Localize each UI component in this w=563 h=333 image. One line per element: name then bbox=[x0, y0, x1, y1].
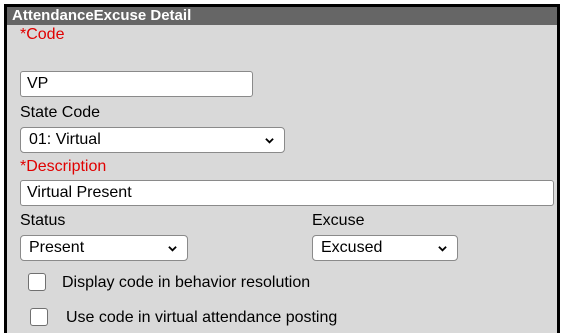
description-label: *Description bbox=[20, 158, 107, 175]
status-label: Status bbox=[20, 212, 66, 229]
description-input[interactable]: Virtual Present bbox=[20, 180, 554, 206]
code-input[interactable]: VP bbox=[20, 71, 253, 97]
state-code-label: State Code bbox=[20, 104, 101, 121]
virtual-attendance-checkbox[interactable] bbox=[30, 308, 48, 326]
chevron-down-icon bbox=[265, 138, 274, 144]
status-select[interactable]: Present bbox=[20, 235, 188, 261]
description-input-value: Virtual Present bbox=[27, 184, 132, 201]
virtual-attendance-label: Use code in virtual attendance posting bbox=[66, 309, 338, 326]
excuse-label: Excuse bbox=[312, 212, 365, 229]
excuse-selected: Excused bbox=[321, 239, 383, 256]
behavior-resolution-label: Display code in behavior resolution bbox=[62, 274, 311, 291]
status-selected: Present bbox=[29, 239, 85, 256]
code-label: *Code bbox=[20, 26, 65, 43]
code-input-value: VP bbox=[27, 75, 49, 92]
chevron-down-icon bbox=[438, 246, 447, 252]
behavior-resolution-checkbox[interactable] bbox=[28, 273, 46, 291]
state-code-selected: 01: Virtual bbox=[29, 131, 101, 148]
chevron-down-icon bbox=[168, 246, 177, 252]
state-code-select[interactable]: 01: Virtual bbox=[20, 127, 285, 153]
excuse-select[interactable]: Excused bbox=[312, 235, 458, 261]
attendance-excuse-detail-panel: AttendanceExcuse Detail *Code VP State C… bbox=[4, 4, 560, 333]
panel-title: AttendanceExcuse Detail bbox=[7, 7, 557, 25]
